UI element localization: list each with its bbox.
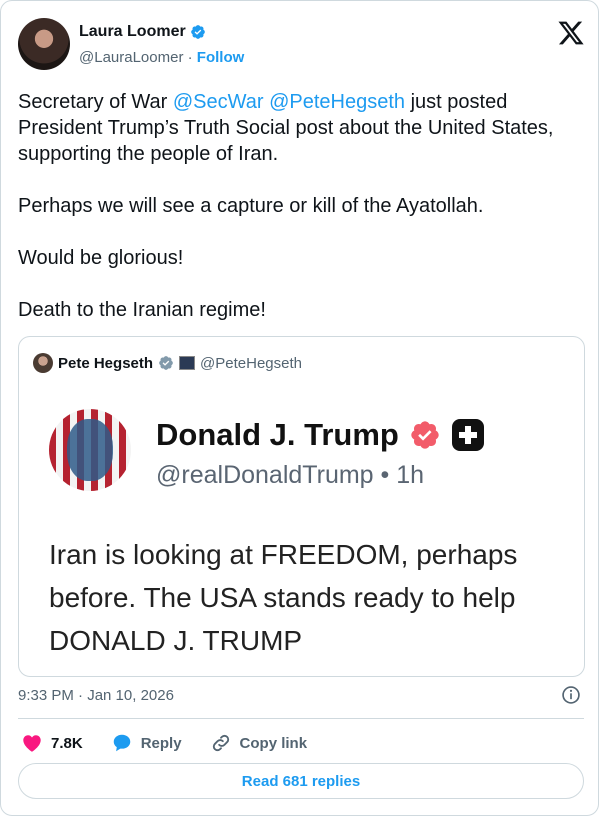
tweet-paragraph: Death to the Iranian regime!: [18, 299, 266, 321]
embedded-name: Donald J. Trump: [156, 417, 399, 452]
like-count: 7.8K: [51, 734, 83, 752]
quoted-tweet[interactable]: Pete Hegseth @PeteHegseth Donald J. Trum…: [18, 336, 585, 677]
text-span: Secretary of War: [18, 91, 173, 113]
embedded-handle: @realDonaldTrump: [156, 461, 374, 489]
author-handle-row: @LauraLoomer · Follow: [79, 49, 244, 66]
embedded-line: before. The USA stands ready to help: [49, 582, 516, 613]
follow-button[interactable]: Follow: [197, 49, 245, 66]
heart-icon: [23, 735, 41, 752]
tweet-paragraph: Perhaps we will see a capture or kill of…: [18, 195, 484, 217]
embedded-name-row: Donald J. Trump: [156, 417, 485, 453]
author-name-row: Laura Loomer: [79, 23, 206, 41]
read-replies-button[interactable]: Read 681 replies: [18, 763, 584, 799]
tweet-card: Laura Loomer @LauraLoomer · Follow Secre…: [0, 0, 599, 816]
tweet-paragraph: Secretary of War @SecWar @PeteHegseth ju…: [18, 89, 584, 167]
embedded-text: Iran is looking at FREEDOM, perhaps befo…: [49, 533, 517, 662]
quote-author-handle: @PeteHegseth: [200, 354, 302, 372]
author-avatar[interactable]: [18, 18, 70, 70]
mention-link[interactable]: @PeteHegseth: [269, 91, 405, 113]
quote-avatar: [33, 353, 53, 373]
quote-author-name: Pete Hegseth: [58, 354, 154, 372]
avatar-face: [67, 419, 113, 481]
author-name[interactable]: Laura Loomer: [79, 23, 186, 41]
action-bar: 7.8K Reply Copy link: [21, 732, 335, 754]
author-handle[interactable]: @LauraLoomer: [79, 49, 183, 66]
like-button[interactable]: 7.8K: [21, 732, 83, 754]
post-timestamp[interactable]: 9:33 PM · Jan 10, 2026: [18, 687, 174, 704]
embedded-avatar: [49, 409, 131, 491]
mention-link[interactable]: @SecWar: [173, 91, 264, 113]
divider: [18, 718, 584, 719]
x-logo-icon[interactable]: [557, 19, 585, 47]
embedded-time: • 1h: [380, 461, 425, 489]
reply-button[interactable]: Reply: [111, 732, 182, 754]
reply-label: Reply: [140, 734, 182, 752]
reply-bubble-icon: [113, 734, 130, 752]
tweet-text: Secretary of War @SecWar @PeteHegseth ju…: [18, 89, 584, 349]
tweet-paragraph: Would be glorious!: [18, 247, 184, 269]
gray-verified-badge-icon: [159, 356, 173, 370]
plus-square-icon: [451, 419, 484, 451]
copy-link-label: Copy link: [239, 734, 308, 752]
quote-header: Pete Hegseth @PeteHegseth: [33, 353, 302, 373]
link-icon: [212, 734, 229, 752]
verified-badge-icon: [190, 25, 205, 39]
embedded-line: Iran is looking at FREEDOM, perhaps: [49, 539, 518, 570]
copy-link-button[interactable]: Copy link: [210, 732, 308, 754]
affiliate-badge-icon: [179, 356, 196, 370]
verified-badge-icon: [411, 421, 439, 449]
embedded-line: DONALD J. TRUMP: [49, 625, 303, 656]
info-icon[interactable]: [561, 685, 581, 705]
separator-dot: ·: [187, 49, 193, 66]
embedded-handle-row: @realDonaldTrump • 1h: [156, 461, 424, 490]
